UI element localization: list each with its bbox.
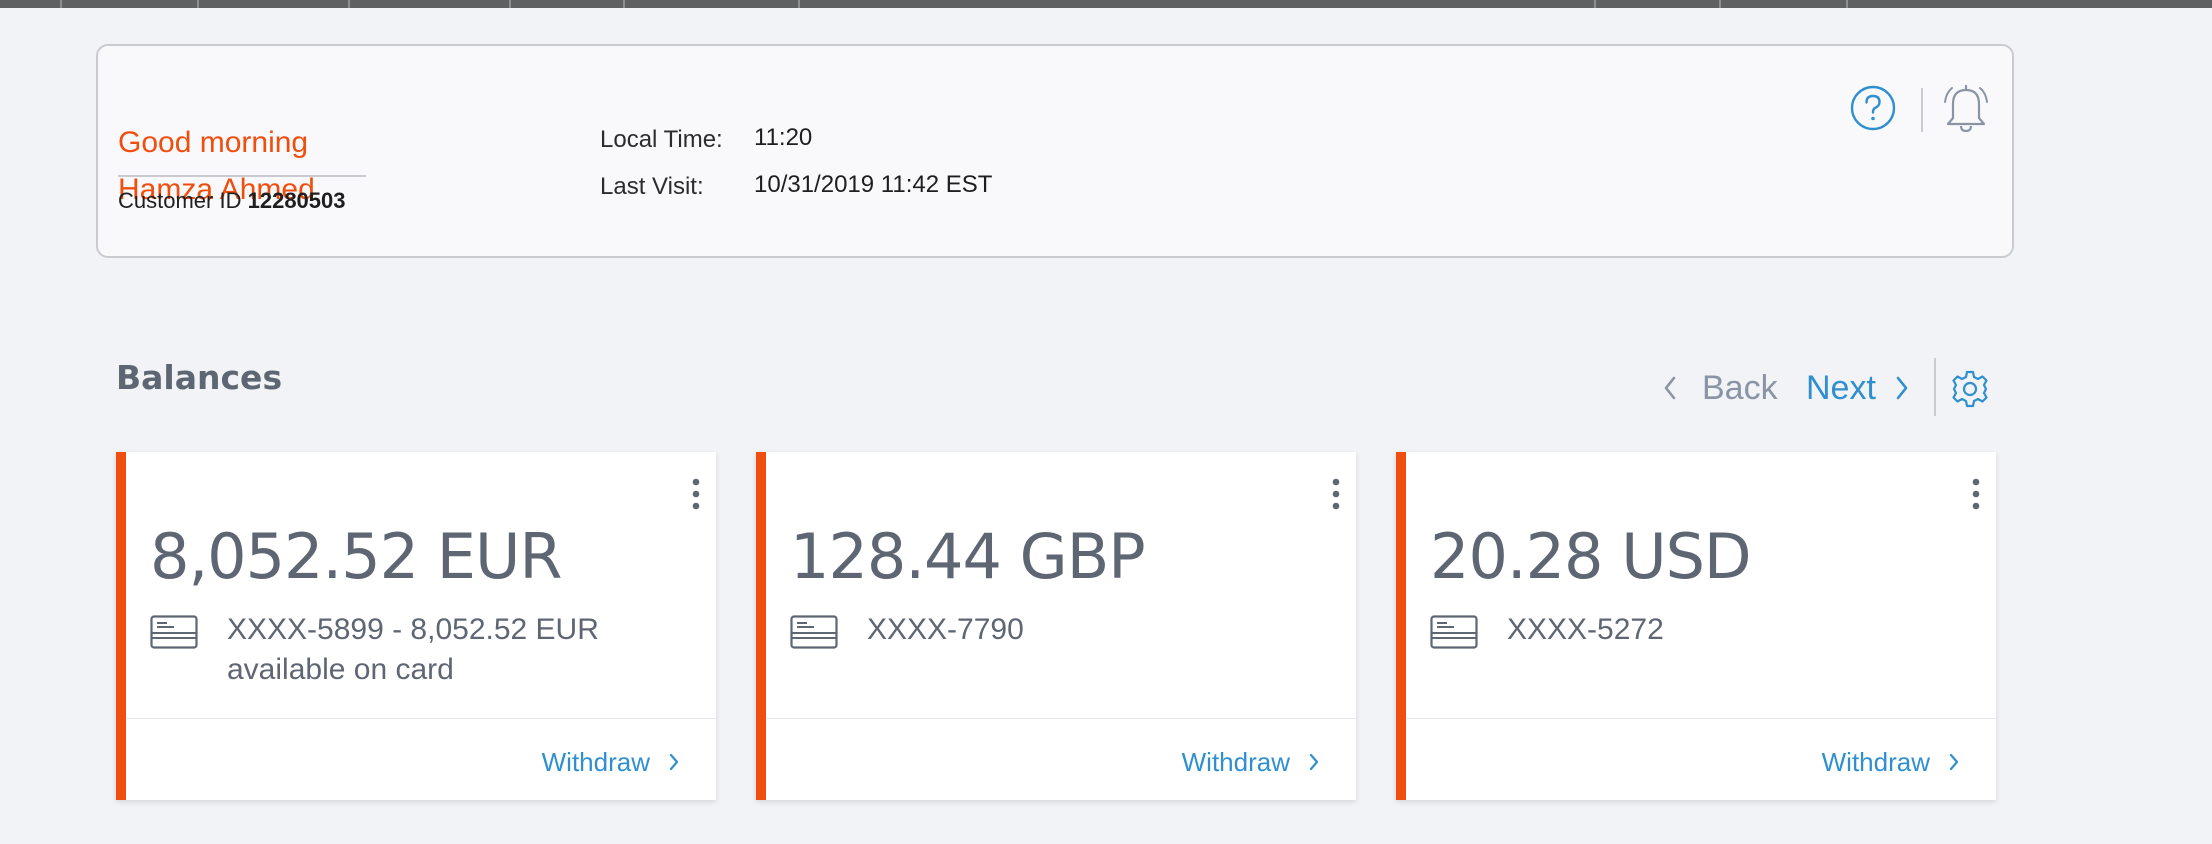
local-time-label: Local Time:: [600, 126, 723, 153]
strip-tick: [197, 0, 199, 8]
back-label: Back: [1702, 368, 1778, 407]
card-menu-button[interactable]: [1968, 476, 1984, 512]
balance-card[interactable]: 20.28 USD XXXX-5272 Withdraw: [1396, 452, 1996, 800]
account-info: XXXX-5272: [1507, 613, 1664, 646]
gear-icon: [1952, 370, 1988, 408]
credit-card-icon: [790, 615, 838, 649]
next-button[interactable]: Next: [1806, 368, 1910, 408]
balance-amount: 20.28 USD: [1430, 520, 1752, 593]
withdraw-label: Withdraw: [541, 746, 650, 777]
strip-tick: [1719, 0, 1721, 8]
balance-card[interactable]: 8,052.52 EUR XXXX-5899 - 8,052.52 EUR av…: [116, 452, 716, 800]
balances-title: Balances: [116, 358, 283, 397]
kebab-menu-icon: [1972, 478, 1980, 510]
account-info: XXXX-7790: [867, 613, 1024, 646]
strip-tick: [509, 0, 511, 8]
notifications-button[interactable]: [1942, 82, 1990, 134]
help-button[interactable]: [1850, 85, 1896, 131]
balance-amount: 128.44 GBP: [790, 520, 1146, 593]
withdraw-button[interactable]: Withdraw: [1822, 742, 1960, 782]
chevron-right-icon: [1896, 376, 1908, 400]
header-icon-divider: [1921, 88, 1923, 132]
nav-divider: [1934, 358, 1936, 416]
strip-tick: [1594, 0, 1596, 8]
card-menu-button[interactable]: [1328, 476, 1344, 512]
strip-tick: [623, 0, 625, 8]
chevron-left-icon: [1664, 376, 1676, 400]
credit-card-icon: [1430, 615, 1478, 649]
strip-tick: [348, 0, 350, 8]
withdraw-label: Withdraw: [1181, 746, 1290, 777]
card-separator: [766, 718, 1356, 719]
withdraw-button[interactable]: Withdraw: [1182, 742, 1320, 782]
customer-id-label: Customer ID: [118, 188, 242, 213]
balance-amount: 8,052.52 EUR: [150, 520, 562, 593]
help-icon: [1850, 85, 1896, 131]
chevron-right-icon: [669, 753, 679, 771]
strip-tick: [1846, 0, 1848, 8]
last-visit-value: 10/31/2019 11:42 EST: [754, 171, 993, 198]
card-menu-button[interactable]: [688, 476, 704, 512]
browser-top-strip: [0, 0, 2212, 8]
customer-id: Customer ID 12280503: [118, 188, 346, 214]
account-info: XXXX-5899 - 8,052.52 EUR available on ca…: [227, 613, 599, 686]
greeting-card: Good morning Hamza Ahmed Customer ID 122…: [96, 44, 2014, 258]
kebab-menu-icon: [1332, 478, 1340, 510]
credit-card-icon: [150, 615, 198, 649]
next-label: Next: [1806, 368, 1876, 407]
withdraw-button[interactable]: Withdraw: [542, 742, 680, 782]
balance-card[interactable]: 128.44 GBP XXXX-7790 Withdraw: [756, 452, 1356, 800]
strip-tick: [798, 0, 800, 8]
greeting-text: Good morning: [118, 126, 309, 159]
card-separator: [126, 718, 716, 719]
bell-icon: [1944, 84, 1988, 133]
greeting-divider: [118, 175, 366, 177]
kebab-menu-icon: [692, 478, 700, 510]
local-time-value: 11:20: [754, 124, 813, 151]
chevron-right-icon: [1309, 753, 1319, 771]
chevron-right-icon: [1949, 753, 1959, 771]
last-visit-label: Last Visit:: [600, 173, 704, 200]
withdraw-label: Withdraw: [1821, 746, 1930, 777]
customer-id-value: 12280503: [247, 188, 346, 213]
strip-tick: [60, 0, 62, 8]
card-separator: [1406, 718, 1996, 719]
back-button[interactable]: Back: [1662, 368, 1778, 408]
balances-settings-button[interactable]: [1950, 369, 1990, 409]
